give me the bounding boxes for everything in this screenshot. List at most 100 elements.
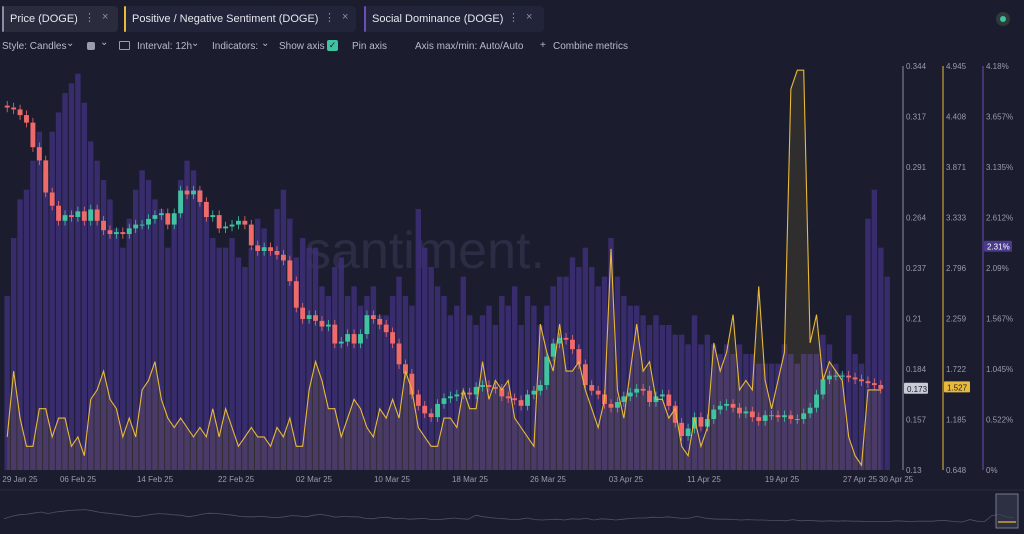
chart-canvas: santiment. 0.3440.3170.2910.2640.2370.21… — [0, 62, 1024, 529]
sentiment-axis-tick: 4.408 — [946, 113, 967, 122]
candle-body — [364, 315, 370, 335]
dominance-bar — [23, 189, 30, 470]
candle-body — [563, 337, 569, 340]
candle-body — [210, 215, 216, 218]
x-axis-tick: 29 Jan 25 — [2, 475, 38, 484]
candle-body — [807, 407, 813, 414]
candle-body — [570, 339, 575, 350]
dominance-axis-tick: 3.657% — [986, 113, 1013, 122]
candle-body — [814, 394, 819, 408]
candle-body — [49, 192, 55, 206]
price-axis-tick: 0.13 — [906, 466, 922, 475]
candle-body — [801, 413, 807, 420]
candle-body — [390, 332, 396, 344]
candle-body — [589, 385, 595, 391]
price-axis-tick: 0.264 — [906, 214, 927, 223]
navigator-trace — [3, 509, 1015, 523]
candle-body — [280, 254, 286, 261]
dominance-bar — [235, 257, 242, 470]
candle-body — [11, 107, 17, 110]
candle-body — [216, 215, 222, 229]
x-axis-tick: 19 Apr 25 — [765, 475, 800, 484]
candle-body — [717, 405, 723, 410]
candle-body — [614, 402, 620, 408]
candle-body — [730, 403, 736, 408]
candle-body — [447, 396, 453, 399]
sentiment-axis-tick: 4.945 — [946, 62, 967, 71]
candle-body — [126, 228, 132, 235]
candle-body — [396, 343, 402, 365]
x-axis-tick: 22 Feb 25 — [218, 475, 255, 484]
candle-body — [248, 224, 254, 246]
candle-body — [685, 428, 691, 437]
candle-body — [94, 209, 100, 221]
candle-body — [512, 398, 518, 401]
candle-body — [197, 190, 203, 202]
dominance-bar — [190, 170, 197, 470]
candle-body — [627, 392, 633, 397]
candle-body — [852, 377, 858, 380]
price-current-badge: 0.173 — [907, 385, 928, 394]
x-axis-tick: 26 Mar 25 — [530, 475, 567, 484]
candle-body — [878, 385, 884, 389]
candle-body — [839, 375, 845, 377]
sentiment-axis-tick: 3.333 — [946, 214, 967, 223]
candle-body — [107, 230, 113, 235]
dominance-axis-tick: 2.09% — [986, 264, 1009, 273]
dominance-axis-tick: 1.045% — [986, 365, 1013, 374]
candle-body — [4, 105, 10, 108]
candle-body — [345, 334, 351, 342]
candle-body — [325, 324, 331, 327]
candle-body — [492, 386, 498, 389]
candle-body — [762, 415, 768, 421]
price-axis-tick: 0.184 — [906, 365, 927, 374]
candle-body — [43, 160, 49, 193]
price-axis-tick: 0.317 — [906, 113, 927, 122]
candle-body — [236, 220, 241, 225]
dominance-current-badge: 2.31% — [987, 243, 1010, 252]
candle-body — [165, 213, 171, 225]
candle-body — [383, 324, 389, 333]
candle-body — [428, 413, 434, 418]
candle-body — [794, 419, 800, 421]
dominance-axis-tick: 3.135% — [986, 163, 1013, 172]
dominance-bar — [68, 83, 75, 471]
x-axis-tick: 02 Mar 25 — [296, 475, 333, 484]
dominance-bar — [884, 276, 890, 470]
candle-body — [659, 394, 665, 397]
dominance-axis-tick: 4.18% — [986, 62, 1009, 71]
x-axis-tick: 06 Feb 25 — [60, 475, 97, 484]
candle-body — [69, 215, 74, 218]
x-axis-tick: 11 Apr 25 — [687, 475, 721, 484]
candle-body — [698, 417, 704, 427]
candle-body — [351, 334, 357, 344]
candle-body — [769, 415, 775, 417]
candle-body — [30, 122, 36, 148]
price-axis-tick: 0.157 — [906, 416, 927, 425]
candle-body — [223, 226, 229, 229]
navigator[interactable] — [0, 489, 1024, 529]
candle-body — [255, 245, 261, 252]
dominance-bar — [280, 189, 287, 470]
sentiment-current-badge: 1.527 — [947, 383, 968, 392]
dominance-axis-tick: 0.522% — [986, 416, 1013, 425]
x-axis-tick: 03 Apr 25 — [609, 475, 644, 484]
sentiment-axis-tick: 0.648 — [946, 466, 967, 475]
candle-body — [184, 190, 190, 195]
candle-body — [62, 215, 68, 221]
candle-body — [229, 224, 235, 227]
candle-body — [113, 232, 119, 235]
candle-body — [139, 224, 145, 226]
candle-body — [505, 396, 511, 399]
candle-body — [480, 385, 485, 387]
candle-body — [370, 315, 376, 319]
candle-body — [743, 411, 749, 414]
dominance-axis-tick: 1.567% — [986, 315, 1013, 324]
dominance-axis-tick: 0% — [986, 466, 998, 475]
dominance-bar — [184, 160, 190, 470]
x-axis-tick: 30 Apr 25 — [879, 475, 914, 484]
dominance-bar — [267, 247, 274, 470]
dominance-axis-tick: 2.612% — [986, 214, 1013, 223]
candle-body — [518, 400, 524, 406]
candle-body — [36, 147, 42, 161]
